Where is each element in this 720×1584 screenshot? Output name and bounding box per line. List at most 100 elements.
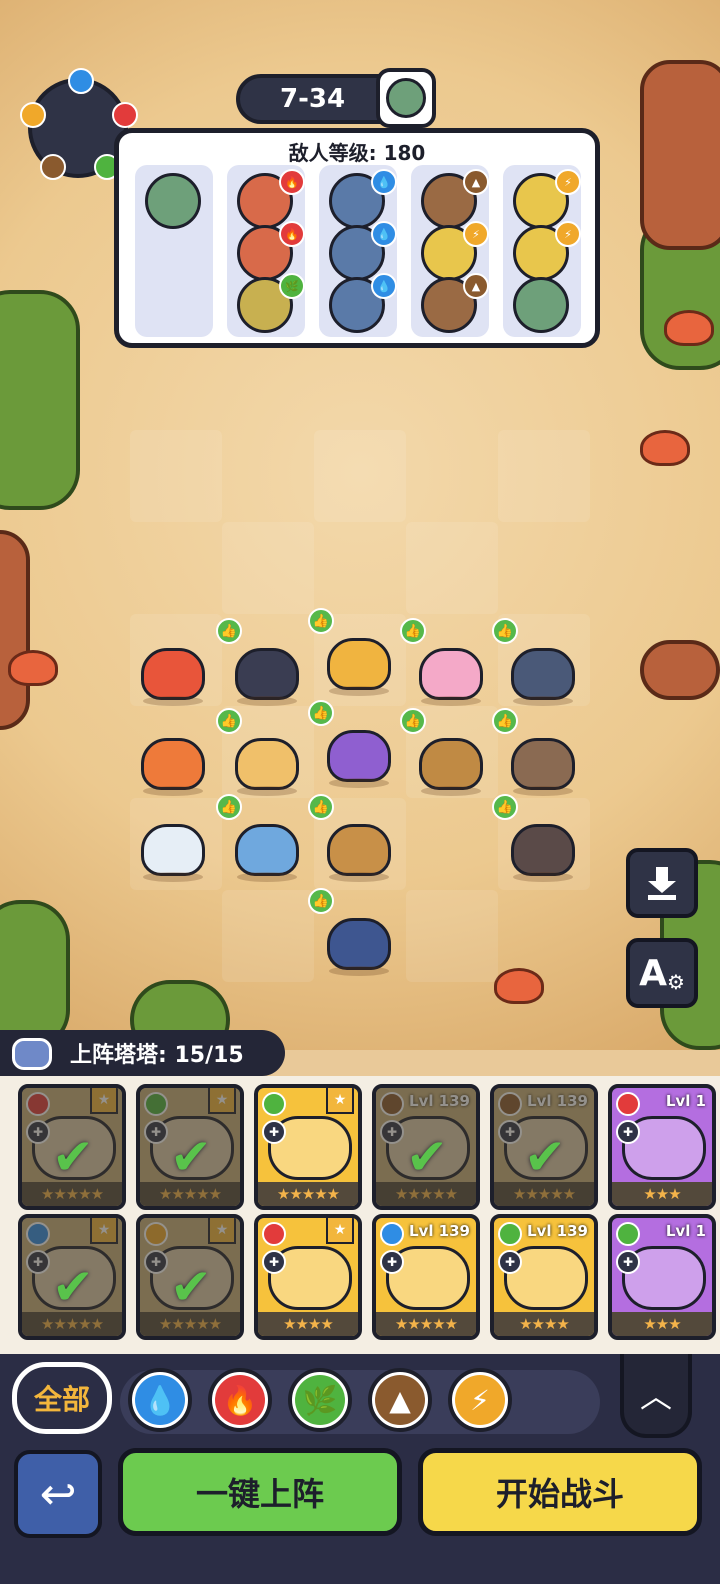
earth-icon bbox=[40, 154, 66, 180]
unit-sprite bbox=[141, 738, 205, 790]
tower-card[interactable]: ✚ ★ ★★★★★ ✔ bbox=[18, 1214, 126, 1340]
filter-track bbox=[120, 1370, 600, 1434]
enemy-column: ⚡ ⚡ bbox=[503, 165, 581, 337]
tower-card[interactable]: ✚ Lvl 1 ★★★ bbox=[608, 1214, 716, 1340]
board-tile[interactable] bbox=[406, 890, 498, 982]
rock-decoration bbox=[640, 60, 720, 250]
enemy-green-zombie-icon bbox=[145, 173, 201, 229]
board-tile[interactable] bbox=[498, 430, 590, 522]
tower-card[interactable]: ✚ Lvl 139 ★★★★★ ✔ bbox=[372, 1084, 480, 1210]
board-tile[interactable] bbox=[222, 890, 314, 982]
unit-armored-dragon[interactable]: 👍 bbox=[308, 888, 396, 976]
tower-card[interactable]: ✚ ★ ★★★★★ ✔ bbox=[136, 1214, 244, 1340]
enemy-column: ▲ ⚡ ▲ bbox=[411, 165, 489, 337]
star-icon: ★ bbox=[326, 1218, 354, 1244]
back-button[interactable]: ↩ bbox=[14, 1450, 102, 1538]
filter-water-button[interactable]: 💧 bbox=[128, 1368, 192, 1432]
auto-deploy-button[interactable]: 一键上阵 bbox=[118, 1448, 402, 1536]
thumbs-up-icon: 👍 bbox=[216, 618, 242, 644]
unit-fire-rabbit[interactable]: 👍 bbox=[216, 708, 304, 796]
filter-fire-button[interactable]: 🔥 bbox=[208, 1368, 272, 1432]
unit-pink-axolotl[interactable]: 👍 bbox=[400, 618, 488, 706]
thunder-icon: ⚡ bbox=[463, 221, 489, 247]
element-wheel bbox=[20, 68, 138, 180]
unit-shadow bbox=[237, 696, 297, 706]
fire-icon: 🔥 bbox=[215, 1375, 265, 1425]
filter-grass-button[interactable]: 🌿 bbox=[288, 1368, 352, 1432]
tower-card[interactable]: ✚ Lvl 1 ★★★ bbox=[608, 1084, 716, 1210]
stage-level-text: 7-34 bbox=[280, 84, 346, 114]
gear-icon: ⚙ bbox=[666, 970, 685, 994]
cactus-decoration bbox=[0, 290, 80, 510]
roster-count: 上阵塔塔: 15/15 bbox=[70, 1043, 244, 1068]
water-icon bbox=[68, 68, 94, 94]
board-tile[interactable] bbox=[130, 430, 222, 522]
thunder-icon: ⚡ bbox=[555, 169, 581, 195]
fire-icon: 🔥 bbox=[279, 169, 305, 195]
unit-shadow bbox=[143, 696, 203, 706]
enemy-level-title: 敌人等级: 180 bbox=[288, 141, 426, 165]
flower-decoration bbox=[640, 430, 690, 466]
enemy-column bbox=[135, 165, 213, 337]
tower-card[interactable]: ✚ ★ ★★★★★ ✔ bbox=[18, 1084, 126, 1210]
boss-info-button[interactable] bbox=[376, 68, 436, 128]
zombie-boss-icon bbox=[386, 78, 426, 118]
unit-cloud-penguin[interactable] bbox=[136, 806, 210, 882]
unit-shadow bbox=[421, 696, 481, 706]
start-battle-button[interactable]: 开始战斗 bbox=[418, 1448, 702, 1536]
save-formation-button[interactable] bbox=[626, 848, 698, 918]
star-icon: ★ bbox=[326, 1088, 354, 1114]
unit-cage-bear[interactable]: 👍 bbox=[308, 794, 396, 882]
thumbs-up-icon: 👍 bbox=[400, 618, 426, 644]
board-tile[interactable] bbox=[314, 430, 406, 522]
unit-purple-witch[interactable]: 👍 bbox=[308, 700, 396, 788]
grass-icon bbox=[262, 1092, 286, 1116]
auto-settings-icon: A bbox=[639, 952, 667, 994]
board-tile[interactable] bbox=[406, 522, 498, 614]
unit-dark-lizard[interactable]: 👍 bbox=[492, 618, 580, 706]
flower-decoration bbox=[664, 310, 714, 346]
thumbs-up-icon: 👍 bbox=[216, 794, 242, 820]
collapse-roster-button[interactable]: ︿ bbox=[620, 1354, 692, 1438]
unit-ice-walrus[interactable]: 👍 bbox=[216, 794, 304, 882]
thumbs-up-icon: 👍 bbox=[400, 708, 426, 734]
tower-card[interactable]: ✚ Lvl 139 ★★★★★ bbox=[372, 1214, 480, 1340]
unit-lion[interactable]: 👍 bbox=[308, 608, 396, 696]
unit-sprite bbox=[141, 648, 205, 700]
unit-monkey[interactable]: 👍 bbox=[492, 708, 580, 796]
element-filter-bar: 全部 💧 🔥 🌿 ▲ ⚡ ︿ bbox=[0, 1354, 720, 1444]
unit-tiger[interactable] bbox=[136, 720, 210, 796]
filter-thunder-button[interactable]: ⚡ bbox=[448, 1368, 512, 1432]
thunder-icon bbox=[20, 102, 46, 128]
unit-sprite bbox=[235, 738, 299, 790]
unit-shadow bbox=[329, 778, 389, 788]
battle-board: 7-34 敌人等级: 180 🔥 🔥 🌿 💧 💧 💧 ▲ ⚡ ▲ ⚡ ⚡ 👍 👍 👍 👍 👍 👍 👍 👍 👍 👍 👍 👍 … bbox=[0, 0, 720, 1050]
role-icon: ✚ bbox=[498, 1250, 522, 1274]
tower-level: Lvl 139 bbox=[408, 1222, 470, 1240]
tower-card[interactable]: ✚ ★ ★★★★ bbox=[254, 1214, 362, 1340]
tower-card[interactable]: ✚ Lvl 139 ★★★★★ ✔ bbox=[490, 1084, 598, 1210]
role-icon: ✚ bbox=[262, 1250, 286, 1274]
filter-earth-button[interactable]: ▲ bbox=[368, 1368, 432, 1432]
water-icon: 💧 bbox=[371, 221, 397, 247]
filter-all-button[interactable]: 全部 bbox=[12, 1362, 112, 1434]
fire-icon bbox=[616, 1092, 640, 1116]
tower-card[interactable]: ✚ ★ ★★★★★ bbox=[254, 1084, 362, 1210]
unit-black-dog[interactable]: 👍 bbox=[216, 618, 304, 706]
enemy-column: 💧 💧 💧 bbox=[319, 165, 397, 337]
unit-boar[interactable]: 👍 bbox=[492, 794, 580, 882]
board-tile[interactable] bbox=[222, 522, 314, 614]
unit-fire-salamander[interactable] bbox=[136, 630, 210, 706]
earth-icon: ▲ bbox=[375, 1375, 425, 1425]
thumbs-up-icon: 👍 bbox=[308, 608, 334, 634]
tower-level: Lvl 1 bbox=[665, 1092, 706, 1110]
auto-deploy-label: 一键上阵 bbox=[195, 1475, 324, 1513]
check-icon: ✔ bbox=[406, 1128, 448, 1186]
tower-card[interactable]: ✚ Lvl 139 ★★★★ bbox=[490, 1214, 598, 1340]
grass-icon: 🌿 bbox=[279, 273, 305, 299]
auto-settings-button[interactable]: A ⚙ bbox=[626, 938, 698, 1008]
unit-sprite bbox=[511, 738, 575, 790]
tower-card[interactable]: ✚ ★ ★★★★★ ✔ bbox=[136, 1084, 244, 1210]
unit-turtle[interactable]: 👍 bbox=[400, 708, 488, 796]
thumbs-up-icon: 👍 bbox=[492, 794, 518, 820]
